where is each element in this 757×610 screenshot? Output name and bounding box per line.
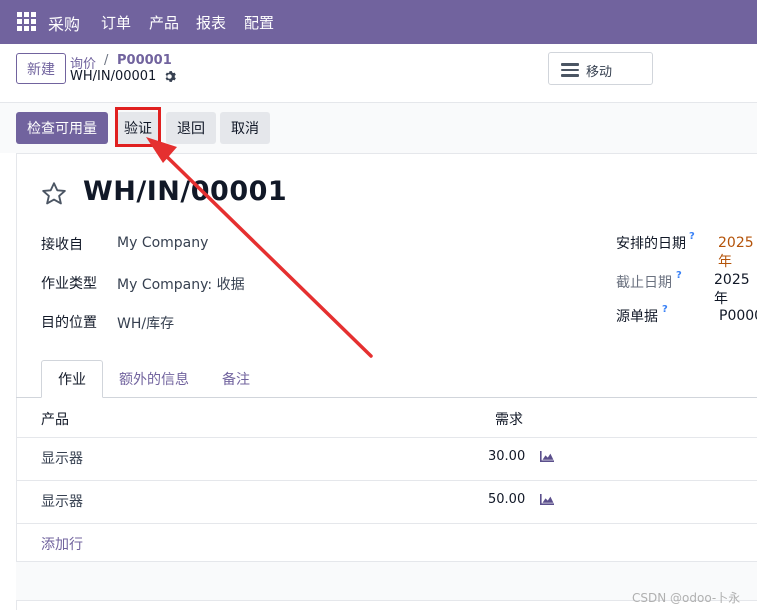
scheduled-date-label: 安排的日期 <box>616 236 686 252</box>
forecast-chart-icon[interactable] <box>539 450 555 463</box>
add-line-link[interactable]: 添加行 <box>41 534 83 554</box>
column-header-demand[interactable]: 需求 <box>495 409 523 429</box>
watermark-text: CSDN @odoo-卜永 <box>632 591 741 605</box>
app-brand[interactable]: 采购 <box>48 11 80 35</box>
source-document-value[interactable]: P0000 <box>719 308 757 324</box>
tab-operations[interactable]: 作业 <box>41 360 103 398</box>
receive-from-value[interactable]: My Company <box>117 235 208 251</box>
validate-highlight-box <box>115 107 161 147</box>
destination-label: 目的位置 <box>41 315 97 331</box>
move-button[interactable]: 移动 <box>548 52 653 85</box>
tab-notes[interactable]: 备注 <box>208 360 264 398</box>
scheduled-date-value[interactable]: 2025年 <box>718 235 757 271</box>
table-row-demand[interactable]: 30.00 <box>488 449 525 464</box>
column-header-product[interactable]: 产品 <box>41 409 69 429</box>
check-availability-button[interactable]: 检查可用量 <box>16 112 108 144</box>
receive-from-label: 接收自 <box>41 237 83 253</box>
breadcrumb-separator: / <box>104 53 109 68</box>
deadline-value: 2025年 <box>714 272 750 307</box>
table-divider <box>16 480 757 481</box>
tab-extra-info[interactable]: 额外的信息 <box>110 360 198 398</box>
table-divider <box>16 437 757 438</box>
deadline-help-icon[interactable]: ? <box>676 270 682 281</box>
record-title: WH/IN/00001 <box>83 176 288 207</box>
action-bar: 检查可用量 验证 退回 取消 <box>0 103 757 153</box>
return-button[interactable]: 退回 <box>166 112 216 144</box>
source-document-help-icon[interactable]: ? <box>662 304 668 315</box>
apps-grid-icon[interactable] <box>17 12 36 31</box>
cancel-button[interactable]: 取消 <box>220 112 270 144</box>
scheduled-date-help-icon[interactable]: ? <box>689 231 695 242</box>
table-divider <box>16 523 757 524</box>
menu-products[interactable]: 产品 <box>149 12 179 33</box>
new-button[interactable]: 新建 <box>16 53 66 84</box>
operation-type-label: 作业类型 <box>41 276 97 292</box>
operation-type-value[interactable]: My Company: 收据 <box>117 274 245 294</box>
table-row-product[interactable]: 显示器 <box>41 448 83 468</box>
move-button-label: 移动 <box>586 65 613 80</box>
top-navbar: 采购 订单 产品 报表 配置 <box>0 0 757 44</box>
table-row-demand[interactable]: 50.00 <box>488 492 525 507</box>
destination-value[interactable]: WH/库存 <box>117 313 174 333</box>
menu-configuration[interactable]: 配置 <box>244 12 274 33</box>
star-icon[interactable] <box>40 180 68 208</box>
breadcrumb-po[interactable]: P00001 <box>117 53 172 68</box>
forecast-chart-icon[interactable] <box>539 493 555 506</box>
table-row-product[interactable]: 显示器 <box>41 491 83 511</box>
source-document-label: 源单据 <box>616 309 658 325</box>
deadline-label: 截止日期 <box>616 275 672 291</box>
menu-orders[interactable]: 订单 <box>101 12 131 33</box>
gear-icon[interactable] <box>163 70 176 83</box>
breadcrumb-current: WH/IN/00001 <box>70 69 157 84</box>
hamburger-icon <box>561 63 579 77</box>
menu-reports[interactable]: 报表 <box>196 12 226 33</box>
control-panel: 新建 询价 / P00001 WH/IN/00001 移动 <box>0 44 757 103</box>
